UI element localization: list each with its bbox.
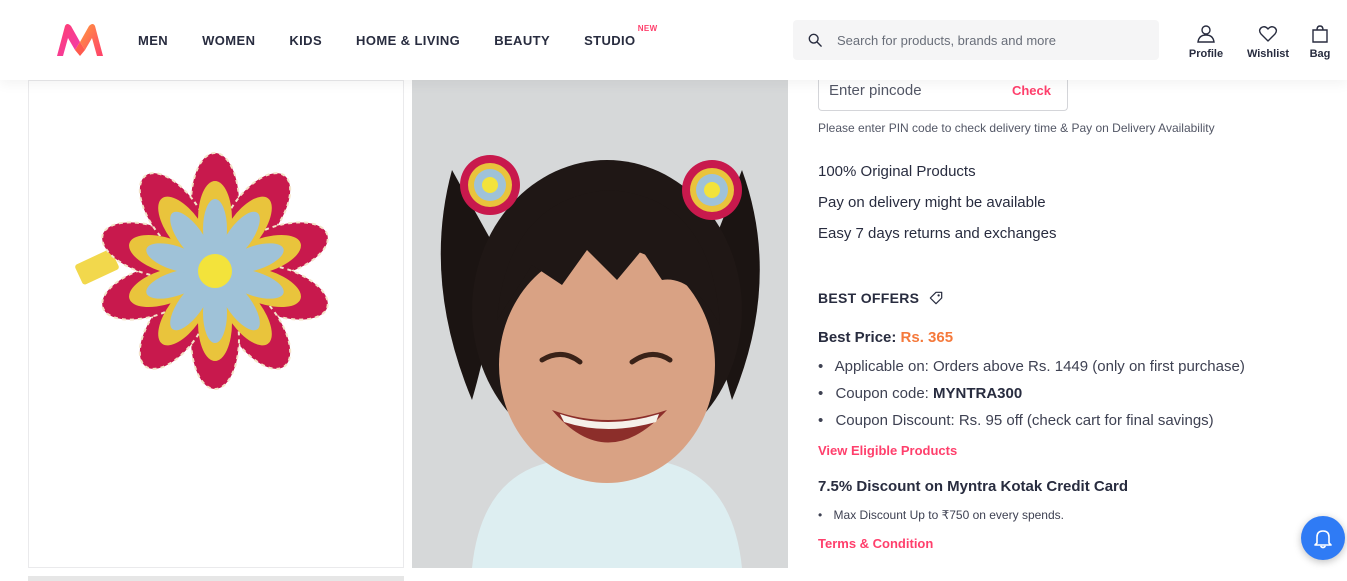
best-offers-heading: BEST OFFERS: [818, 290, 943, 306]
card-offer-title: 7.5% Discount on Myntra Kotak Credit Car…: [818, 478, 1129, 495]
feature-returns: Easy 7 days returns and exchanges: [818, 225, 1057, 242]
profile-button[interactable]: Profile: [1180, 24, 1232, 60]
profile-icon: [1197, 25, 1215, 43]
nav-item-kids[interactable]: KIDS: [289, 33, 322, 48]
myntra-logo[interactable]: [55, 22, 105, 58]
new-badge: NEW: [637, 23, 658, 33]
main-nav: MEN WOMEN KIDS HOME & LIVING BEAUTY STUD…: [138, 0, 670, 80]
search-bar[interactable]: [793, 20, 1159, 60]
best-price: Best Price: Rs. 365: [818, 329, 953, 346]
bell-icon: [1314, 530, 1332, 549]
card-offer-note-text: Max Discount Up to ₹750 on every spends.: [833, 508, 1064, 522]
nav-item-men[interactable]: MEN: [138, 33, 168, 48]
hair-clip-image: [75, 152, 336, 390]
feature-original: 100% Original Products: [818, 163, 976, 180]
bag-button[interactable]: Bag: [1300, 24, 1340, 60]
coupon-discount-text: Coupon Discount: Rs. 95 off (check cart …: [835, 412, 1214, 429]
profile-label: Profile: [1188, 48, 1224, 60]
wishlist-button[interactable]: Wishlist: [1242, 24, 1294, 60]
feature-pay-on-delivery: Pay on delivery might be available: [818, 194, 1046, 211]
product-image-1[interactable]: [28, 80, 404, 568]
search-input[interactable]: [837, 32, 1137, 48]
best-price-value: Rs. 365: [900, 329, 954, 346]
header-actions: Profile Wishlist Bag: [1180, 24, 1340, 60]
bag-label: Bag: [1309, 48, 1331, 60]
wishlist-label: Wishlist: [1246, 48, 1290, 60]
model-photo: [412, 80, 788, 568]
nav-item-women[interactable]: WOMEN: [202, 33, 255, 48]
card-offer-note: Max Discount Up to ₹750 on every spends.: [818, 508, 1064, 522]
offer-coupon-discount: Coupon Discount: Rs. 95 off (check cart …: [818, 412, 1214, 429]
best-offers-label: BEST OFFERS: [818, 290, 920, 306]
pincode-note: Please enter PIN code to check delivery …: [818, 121, 1215, 135]
product-image-2[interactable]: [412, 80, 788, 568]
offer-coupon-code: Coupon code: MYNTRA300: [818, 385, 1022, 402]
search-icon[interactable]: [808, 33, 822, 47]
wishlist-icon: [1258, 26, 1278, 42]
tag-icon: [930, 291, 943, 305]
view-eligible-products-link[interactable]: View Eligible Products: [818, 443, 957, 458]
offer-applicable: Applicable on: Orders above Rs. 1449 (on…: [818, 358, 1245, 375]
notification-button[interactable]: [1301, 516, 1345, 560]
pincode-input[interactable]: Enter pincode: [829, 82, 922, 99]
product-image-3-preview[interactable]: [28, 576, 404, 581]
nav-item-beauty[interactable]: BEAUTY: [494, 33, 550, 48]
nav-item-studio-label: STUDIO: [584, 32, 636, 48]
best-price-label: Best Price:: [818, 329, 897, 346]
terms-condition-link[interactable]: Terms & Condition: [818, 536, 933, 551]
coupon-code-value: MYNTRA300: [933, 385, 1023, 402]
coupon-code-label: Coupon code:: [835, 385, 934, 402]
site-header: MEN WOMEN KIDS HOME & LIVING BEAUTY STUD…: [0, 0, 1347, 80]
nav-item-home-living[interactable]: HOME & LIVING: [356, 33, 460, 48]
pincode-check-button[interactable]: Check: [1012, 83, 1051, 98]
bag-icon: [1312, 25, 1328, 43]
offer-applicable-text: Applicable on: Orders above Rs. 1449 (on…: [834, 358, 1245, 375]
nav-item-studio[interactable]: STUDIO NEW: [584, 24, 657, 48]
